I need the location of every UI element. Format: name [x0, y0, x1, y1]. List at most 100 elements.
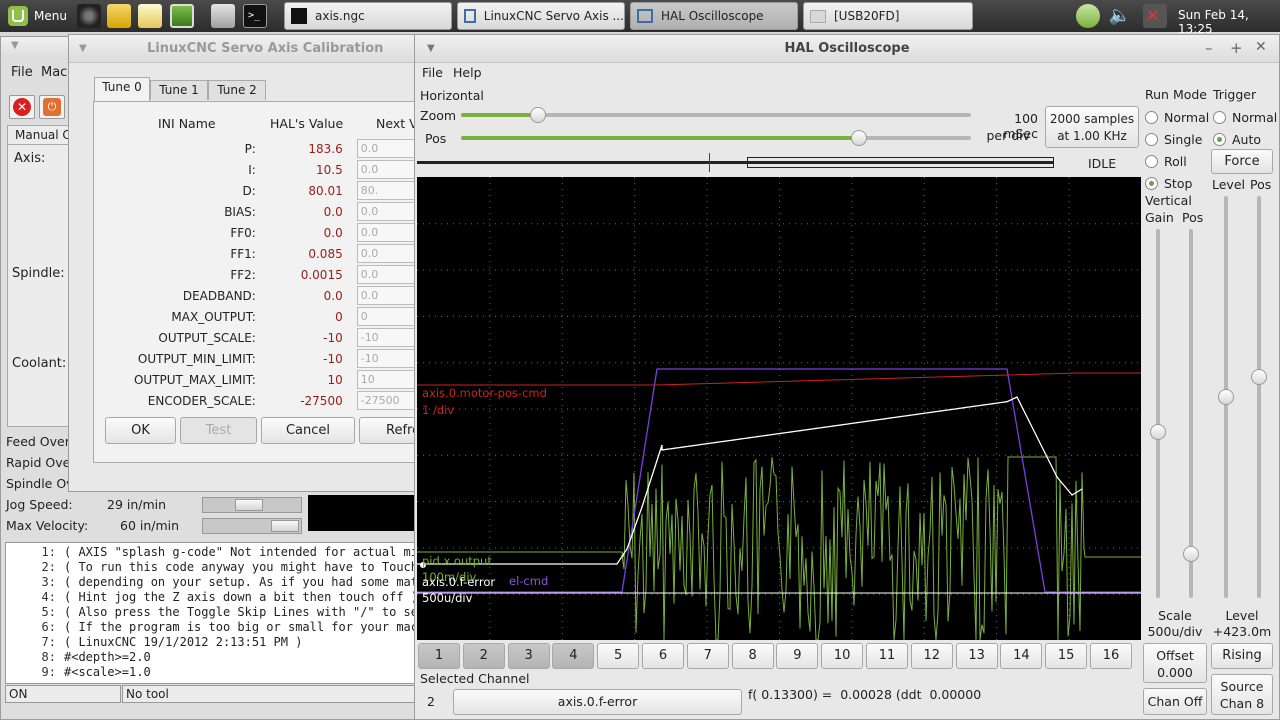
slider-thumb[interactable]	[235, 499, 263, 511]
window-menu-icon[interactable]: ▼	[11, 40, 19, 51]
level-slider-knob[interactable]	[1218, 389, 1234, 405]
channel-button-14[interactable]: 14	[1000, 643, 1043, 669]
channel-button-10[interactable]: 10	[821, 643, 864, 669]
ok-button[interactable]: OK	[105, 417, 176, 444]
pos-slider[interactable]	[461, 130, 971, 146]
offset-button[interactable]: Offset 0.000	[1143, 643, 1207, 683]
gain-slider-knob[interactable]	[1150, 423, 1166, 440]
tab-tune-0[interactable]: Tune 0	[94, 77, 150, 101]
radio-roll[interactable]: Roll	[1145, 150, 1211, 172]
terminal-window-icon[interactable]	[170, 4, 194, 28]
channel-button-3[interactable]: 3	[507, 643, 550, 669]
channel-button-5[interactable]: 5	[597, 643, 640, 669]
radio-normal[interactable]: Normal	[1213, 106, 1279, 128]
force-button[interactable]: Force	[1211, 149, 1273, 174]
level-pos-slider[interactable]	[1251, 196, 1267, 598]
chan-off-button[interactable]: Chan Off	[1143, 688, 1207, 715]
next-value-input[interactable]: 0.0	[356, 244, 416, 263]
gain-slider[interactable]	[1150, 229, 1166, 598]
window-menu-icon[interactable]: ▼	[79, 43, 87, 54]
volume-icon[interactable]: 🔈	[1108, 4, 1132, 28]
next-value-input[interactable]: 0.0	[356, 139, 416, 158]
menu-button[interactable]: Menu	[4, 2, 68, 30]
refresh-button[interactable]: Refre	[359, 417, 416, 444]
next-value-input[interactable]: 0.0	[356, 202, 416, 221]
tab-tune-2[interactable]: Tune 2	[208, 80, 266, 100]
channel-button-2[interactable]: 2	[462, 643, 505, 669]
gcode-line[interactable]: 3: ( depending on your setup. As if you h…	[6, 575, 416, 590]
slider-thumb[interactable]	[271, 520, 299, 532]
vertical-pos-slider[interactable]	[1183, 229, 1199, 598]
tab-tune-1[interactable]: Tune 1	[150, 80, 208, 100]
next-value-input[interactable]: -27500	[356, 391, 416, 410]
next-value-input[interactable]: 0	[356, 307, 416, 326]
clock[interactable]: Sun Feb 14, 13:25	[1178, 8, 1280, 36]
radio-indicator[interactable]	[1145, 154, 1158, 168]
vertical-pos-slider-knob[interactable]	[1183, 545, 1199, 562]
channel-button-11[interactable]: 11	[866, 643, 908, 669]
radio-indicator[interactable]	[1145, 176, 1158, 190]
minimize-icon[interactable]: –	[1205, 39, 1213, 57]
estop-button[interactable]: ✕	[9, 95, 35, 119]
scope-menu-file[interactable]: File	[422, 65, 443, 80]
gcode-line[interactable]: 1: ( AXIS "splash g-code" Not intended fo…	[6, 545, 416, 560]
source-button[interactable]: Source Chan 8	[1211, 674, 1273, 715]
radio-indicator[interactable]	[1145, 110, 1158, 124]
window-menu-icon[interactable]: ▼	[427, 43, 435, 54]
level-slider[interactable]	[1218, 196, 1234, 598]
next-value-input[interactable]: -10	[356, 328, 416, 347]
tab-manual-control[interactable]: Manual C	[7, 125, 77, 145]
next-value-input[interactable]: 0.0	[356, 160, 416, 179]
channel-button-7[interactable]: 7	[686, 643, 729, 669]
gcode-line[interactable]: 2: ( To run this code anyway you might ha…	[6, 560, 416, 575]
cancel-button[interactable]: Cancel	[261, 417, 355, 444]
webcam-icon[interactable]	[77, 4, 101, 28]
scope-display[interactable]: axis.0.motor-pos-cmd1 /divpid.x.output10…	[417, 177, 1141, 640]
next-value-input[interactable]: 0.0	[356, 286, 416, 305]
radio-indicator[interactable]	[1213, 110, 1226, 124]
display-window-marker[interactable]	[747, 157, 1054, 168]
zoom-slider[interactable]	[461, 107, 971, 123]
menu-file[interactable]: File	[11, 65, 33, 80]
channel-button-1[interactable]: 1	[418, 643, 460, 669]
samples-button[interactable]: 2000 samples at 1.00 KHz	[1045, 106, 1139, 148]
scope-menu-help[interactable]: Help	[453, 65, 482, 80]
radio-auto[interactable]: Auto	[1213, 128, 1279, 150]
linuxcnc-icon[interactable]	[107, 4, 131, 28]
gcode-line[interactable]: 8: #<depth>=2.0	[6, 650, 416, 665]
test-button[interactable]: Test	[180, 417, 257, 444]
taskbar-window-usb[interactable]: [USB20FD]	[803, 2, 973, 30]
radio-single[interactable]: Single	[1145, 128, 1211, 150]
channel-button-4[interactable]: 4	[552, 643, 595, 669]
next-value-input[interactable]: 0.0	[356, 265, 416, 284]
text-editor-icon[interactable]	[138, 4, 162, 28]
taskbar-window-axis[interactable]: axis.ngc	[284, 2, 452, 30]
jog-speed-slider[interactable]	[202, 497, 302, 513]
radio-normal[interactable]: Normal	[1145, 106, 1211, 128]
power-button[interactable]: ⏻	[39, 95, 65, 119]
close-icon[interactable]: ✕	[1255, 39, 1267, 55]
channel-button-8[interactable]: 8	[731, 643, 774, 669]
radio-stop[interactable]: Stop	[1145, 172, 1211, 194]
radio-indicator[interactable]	[1145, 132, 1158, 146]
pos-slider-knob[interactable]	[850, 130, 867, 146]
zoom-slider-knob[interactable]	[529, 107, 546, 123]
taskbar-window-calibration[interactable]: LinuxCNC Servo Axis ...	[457, 2, 625, 30]
channel-button-13[interactable]: 13	[955, 643, 998, 669]
next-value-input[interactable]: 10	[356, 370, 416, 389]
taskbar-window-halscope[interactable]: HAL Oscilloscope	[630, 2, 798, 30]
rising-button[interactable]: Rising	[1211, 643, 1273, 669]
gcode-line[interactable]: 5: ( Also press the Toggle Skip Lines wit…	[6, 605, 416, 620]
selected-channel-button[interactable]: axis.0.f-error	[453, 689, 742, 715]
max-velocity-slider[interactable]	[202, 518, 302, 534]
next-value-input[interactable]: -10	[356, 349, 416, 368]
channel-button-15[interactable]: 15	[1045, 643, 1088, 669]
shield-check-icon[interactable]	[1076, 4, 1100, 28]
gcode-listing[interactable]: 1: ( AXIS "splash g-code" Not intended fo…	[5, 542, 417, 684]
next-value-input[interactable]: 0.0	[356, 223, 416, 242]
gcode-line[interactable]: 9: #<scale>=1.0	[6, 665, 416, 680]
gcode-line[interactable]: 6: ( If the program is too big or small f…	[6, 620, 416, 635]
show-desktop-icon[interactable]	[211, 4, 235, 28]
gcode-line[interactable]: 4: ( Hint jog the Z axis down a bit then …	[6, 590, 416, 605]
channel-button-9[interactable]: 9	[776, 643, 819, 669]
